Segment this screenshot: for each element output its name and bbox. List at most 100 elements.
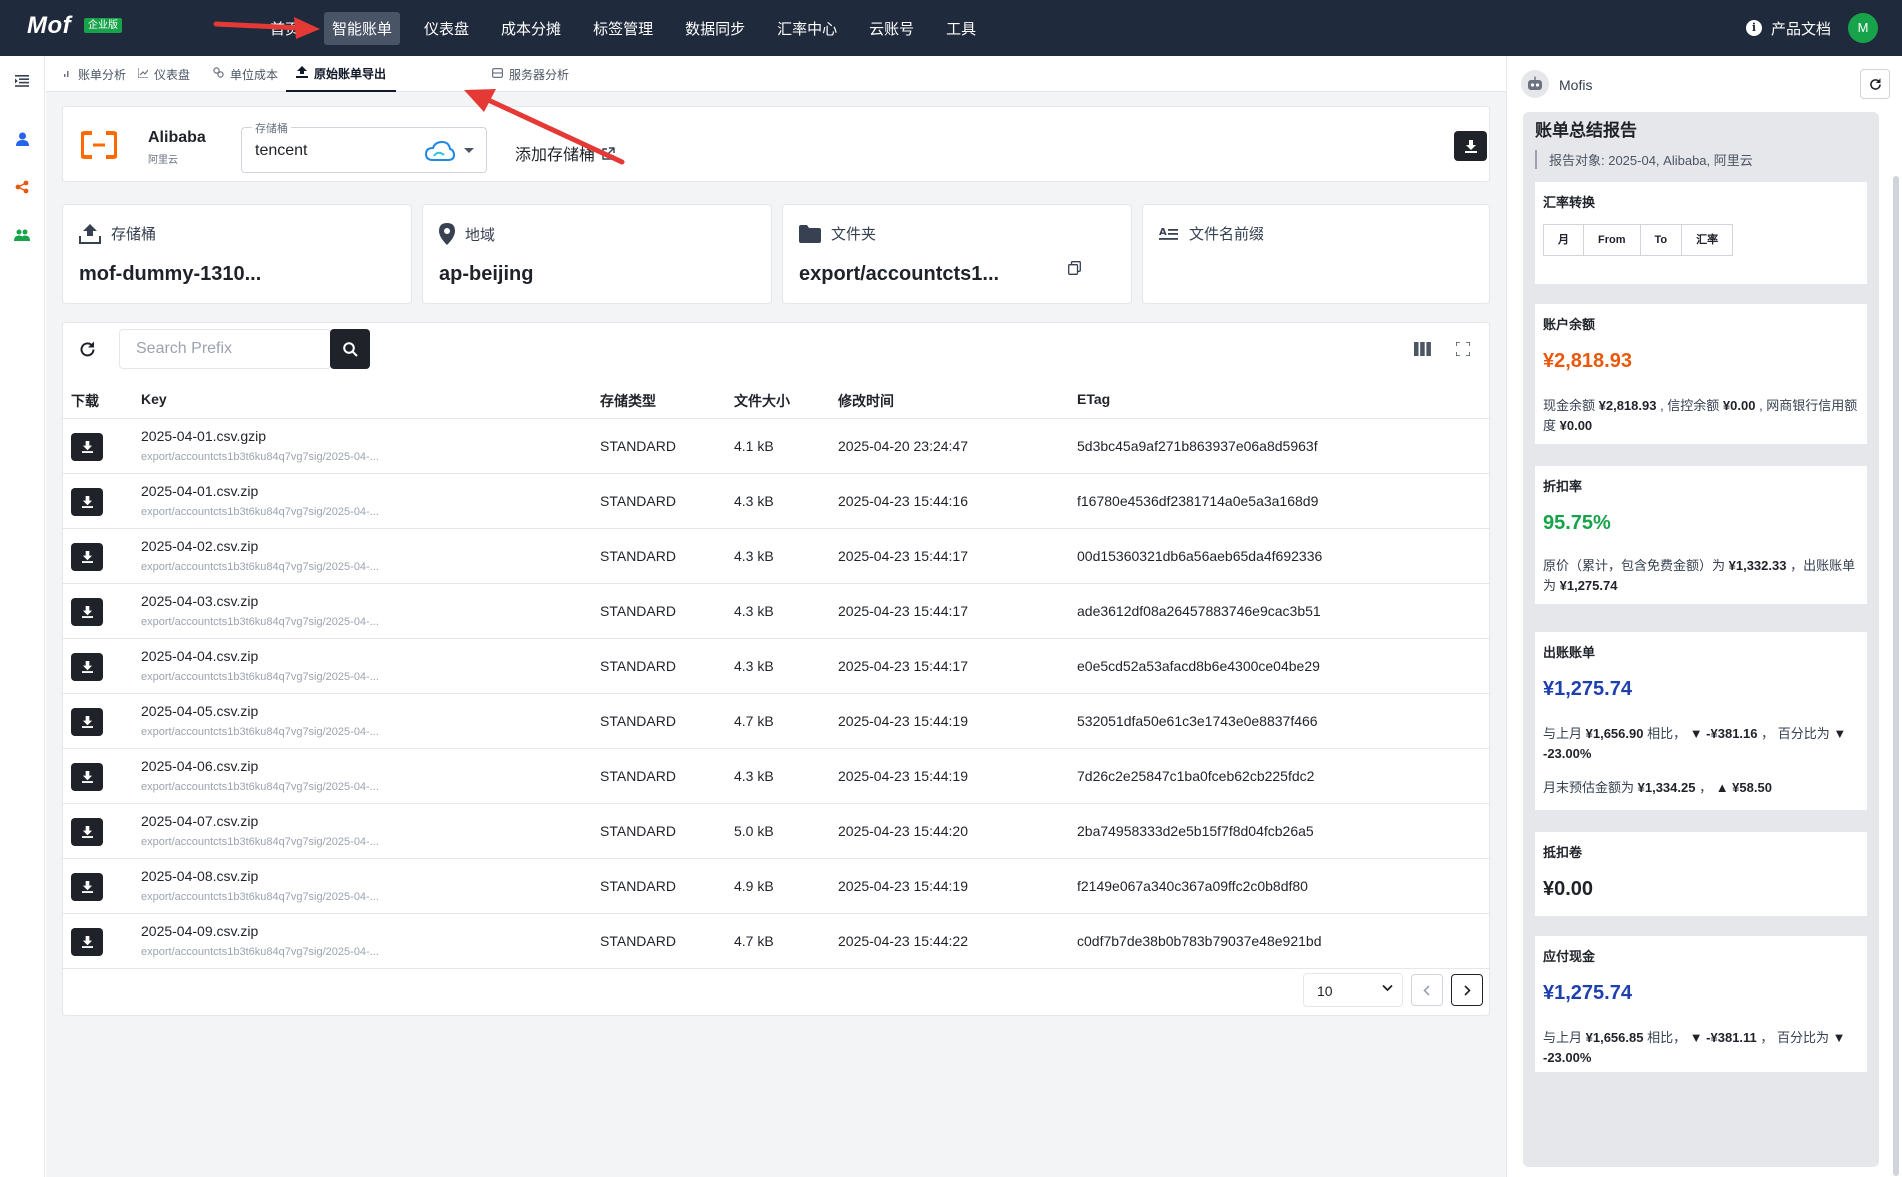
col-header-key[interactable]: Key — [141, 391, 167, 407]
tab-raw-bill-export[interactable]: 原始账单导出 — [286, 56, 397, 92]
row-storage-class: STANDARD — [600, 493, 676, 509]
prev-page-button[interactable] — [1411, 974, 1443, 1006]
bucket-select[interactable]: 存储桶 tencent — [241, 120, 487, 173]
col-header-etag[interactable]: ETag — [1077, 391, 1110, 407]
docs-link[interactable]: 产品文档 — [1771, 18, 1831, 39]
nav-item-home[interactable]: 首页 — [262, 12, 308, 45]
row-download-button[interactable] — [71, 763, 103, 791]
team-icon[interactable] — [13, 226, 31, 244]
row-size: 4.9 kB — [734, 878, 774, 894]
user-icon[interactable] — [13, 130, 31, 148]
export-download-button[interactable] — [1454, 131, 1487, 161]
user-avatar[interactable]: M — [1848, 13, 1878, 43]
discount-detail: 原价（累计，包含免费金额）为 ¥1,332.33 ，出账账单为 ¥1,275.7… — [1543, 558, 1856, 593]
chevron-left-icon — [1423, 984, 1430, 996]
info-card-title: 存储桶 — [111, 226, 157, 243]
nav-item-smart-bill[interactable]: 智能账单 — [324, 11, 401, 45]
cash-due-amount: ¥1,275.74 — [1543, 982, 1632, 1004]
tab-bill-analysis[interactable]: 账单分析 — [64, 56, 126, 92]
nav-item-tools[interactable]: 工具 — [938, 12, 984, 45]
row-download-button[interactable] — [71, 818, 103, 846]
row-size: 4.3 kB — [734, 603, 774, 619]
copy-icon[interactable] — [1068, 261, 1081, 275]
link-icon — [213, 67, 224, 81]
col-header-size[interactable]: 文件大小 — [734, 391, 790, 411]
share-icon[interactable] — [13, 178, 31, 196]
voucher-card: 抵扣卷 ¥0.00 — [1535, 832, 1867, 916]
nav-item-tags[interactable]: 标签管理 — [585, 12, 661, 45]
tab-unit-cost[interactable]: 单位成本 — [213, 56, 278, 92]
table-row: 2025-04-08.csv.zip export/accountcts1b3t6… — [63, 859, 1489, 914]
tab-label: 账单分析 — [78, 67, 127, 82]
info-card-title: 地域 — [465, 226, 496, 244]
row-size: 4.7 kB — [734, 933, 774, 949]
nav-item-fx-center[interactable]: 汇率中心 — [769, 12, 845, 45]
row-download-button[interactable] — [71, 433, 103, 461]
columns-icon[interactable] — [1414, 342, 1431, 356]
search-button[interactable] — [330, 329, 370, 369]
nav-item-cost-allocation[interactable]: 成本分摊 — [493, 12, 569, 45]
row-path: export/accountcts1b3t6ku84q7vg7sig/2025-… — [141, 891, 379, 903]
row-download-button[interactable] — [71, 653, 103, 681]
add-bucket-label: 添加存储桶 — [515, 147, 596, 164]
row-download-button[interactable] — [71, 708, 103, 736]
row-modified: 2025-04-20 23:24:47 — [838, 438, 968, 454]
fx-col-rate: 汇率 — [1696, 234, 1719, 246]
table-row: 2025-04-02.csv.zip export/accountcts1b3t6… — [63, 529, 1489, 584]
row-key: 2025-04-07.csv.zip — [141, 813, 259, 829]
row-download-button[interactable] — [71, 873, 103, 901]
row-path: export/accountcts1b3t6ku84q7vg7sig/2025-… — [141, 781, 379, 793]
brand-logo[interactable]: Mof — [27, 12, 71, 40]
row-storage-class: STANDARD — [600, 878, 676, 894]
menu-toggle-icon[interactable] — [13, 72, 31, 90]
location-pin-icon — [439, 223, 455, 245]
download-icon — [81, 936, 93, 948]
search-prefix-field[interactable] — [119, 329, 331, 369]
nav-item-data-sync[interactable]: 数据同步 — [677, 12, 753, 45]
assistant-scrollbar[interactable] — [1893, 176, 1899, 1176]
col-header-storage-class[interactable]: 存储类型 — [600, 391, 656, 411]
server-icon — [492, 67, 504, 81]
info-card-region: 地域 ap-beijing — [422, 204, 772, 304]
row-download-button[interactable] — [71, 928, 103, 956]
add-bucket-link[interactable]: 添加存储桶 — [515, 141, 615, 165]
info-card-title: 文件名前缀 — [1189, 226, 1265, 243]
nav-item-dashboard[interactable]: 仪表盘 — [416, 12, 477, 45]
chevron-down-icon — [464, 148, 474, 153]
fullscreen-icon[interactable] — [1456, 342, 1470, 356]
row-size: 4.3 kB — [734, 548, 774, 564]
row-key: 2025-04-05.csv.zip — [141, 703, 259, 719]
download-icon — [81, 881, 93, 893]
cash-due-card: 应付现金 ¥1,275.74 与上月 ¥1,656.85 相比， ▼ -¥381… — [1535, 936, 1867, 1072]
nav-item-cloud-accounts[interactable]: 云账号 — [861, 12, 922, 45]
info-icon[interactable]: i — [1745, 20, 1762, 36]
assistant-refresh-button[interactable] — [1860, 69, 1890, 99]
bill-amount: ¥1,275.74 — [1543, 678, 1632, 700]
row-path: export/accountcts1b3t6ku84q7vg7sig/2025-… — [141, 506, 379, 518]
fx-table: 月 From To 汇率 — [1543, 224, 1734, 256]
row-size: 4.3 kB — [734, 493, 774, 509]
col-header-modified[interactable]: 修改时间 — [838, 391, 894, 411]
bar-chart-icon — [64, 68, 72, 80]
row-download-button[interactable] — [71, 598, 103, 626]
tab-server-analysis[interactable]: 服务器分析 — [492, 56, 569, 92]
search-prefix-input[interactable] — [120, 330, 330, 368]
bill-summary-report: 账单总结报告 报告对象: 2025-04, Alibaba, 阿里云 汇率转换 … — [1523, 112, 1879, 1167]
upload-cloud-icon — [79, 223, 101, 244]
info-card-value: export/accountcts1... — [799, 263, 1000, 285]
row-download-button[interactable] — [71, 543, 103, 571]
fx-col-month: 月 — [1544, 225, 1584, 255]
row-modified: 2025-04-23 15:44:22 — [838, 933, 968, 949]
next-page-button[interactable] — [1451, 974, 1483, 1006]
tab-label: 原始账单导出 — [314, 66, 387, 81]
refresh-icon[interactable] — [79, 341, 96, 358]
tab-label: 服务器分析 — [509, 67, 570, 82]
tab-dashboard[interactable]: 仪表盘 — [137, 56, 190, 92]
row-download-button[interactable] — [71, 488, 103, 516]
page-size-select[interactable]: 10 — [1303, 973, 1403, 1007]
row-etag: f16780e4536df2381714a0e5a3a168d9 — [1077, 493, 1319, 509]
bill-forecast: 月末预估金额为 ¥1,334.25 ， ▲ ¥58.50 — [1543, 780, 1772, 795]
search-icon — [342, 341, 358, 357]
row-path: export/accountcts1b3t6ku84q7vg7sig/2025-… — [141, 671, 379, 683]
table-row: 2025-04-09.csv.zip export/accountcts1b3t6… — [63, 914, 1489, 969]
